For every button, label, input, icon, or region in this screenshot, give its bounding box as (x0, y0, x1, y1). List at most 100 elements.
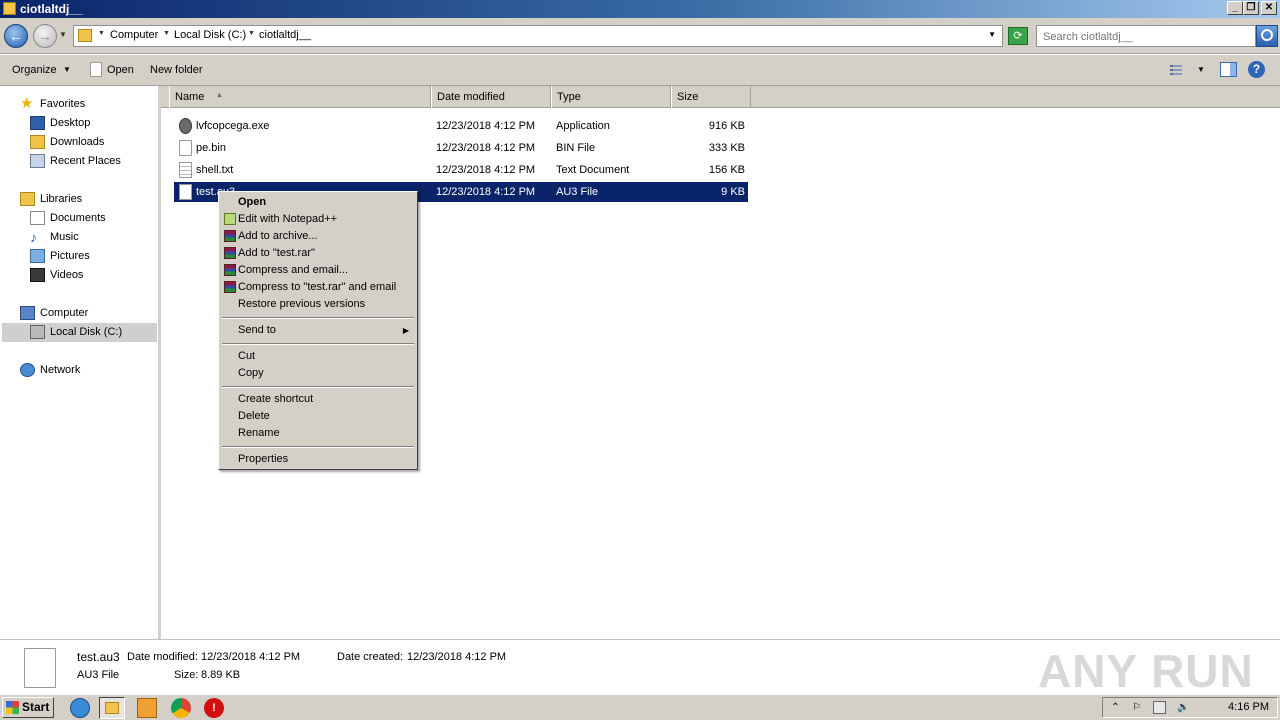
file-date: 12/23/2018 4:12 PM (436, 142, 536, 154)
preview-pane-icon[interactable] (1220, 62, 1237, 77)
chevron-down-icon[interactable]: ▼ (163, 30, 170, 37)
column-type[interactable]: Type (551, 86, 671, 108)
close-button[interactable]: ✕ (1261, 1, 1277, 15)
file-row[interactable]: shell.txt 12/23/2018 4:12 PM Text Docume… (174, 160, 748, 180)
restore-button[interactable]: ❐ (1243, 1, 1259, 15)
details-size: 8.89 KB (201, 669, 241, 681)
file-icon (90, 62, 102, 77)
taskbar: Start ! ⌃ ⚐ 🔈 4:16 PM (0, 694, 1280, 720)
menu-item-rename[interactable]: Rename (221, 425, 415, 442)
refresh-button[interactable]: ⟳ (1008, 27, 1028, 45)
menu-label: Restore previous versions (238, 298, 366, 310)
menu-item-compress-rar-email[interactable]: Compress to "test.rar" and email (221, 279, 415, 296)
media-player-icon[interactable] (137, 698, 157, 718)
breadcrumb-folder[interactable]: ciotlaltdj__ (259, 29, 311, 41)
menu-item-send-to[interactable]: Send to ▶ (221, 322, 415, 339)
winrar-icon (224, 230, 236, 242)
winrar-icon (224, 247, 236, 259)
chevron-down-icon[interactable]: ▼ (98, 30, 105, 37)
nav-label: Videos (50, 269, 84, 281)
folder-icon (3, 2, 16, 15)
minimize-button[interactable]: _ (1227, 1, 1243, 15)
file-row[interactable]: lvfcopcega.exe 12/23/2018 4:12 PM Applic… (174, 116, 748, 136)
menu-label: Delete (238, 410, 270, 422)
menu-item-add-to-rar[interactable]: Add to "test.rar" (221, 245, 415, 262)
open-button[interactable]: Open (107, 64, 134, 76)
internet-explorer-icon[interactable] (70, 698, 90, 718)
file-size: 333 KB (708, 142, 745, 154)
start-button[interactable]: Start (2, 697, 54, 718)
show-hidden-icons-icon[interactable]: ⌃ (1109, 701, 1122, 714)
breadcrumb-computer[interactable]: Computer (110, 29, 158, 41)
chevron-down-icon[interactable]: ▼ (248, 30, 255, 37)
breadcrumb-local-disk[interactable]: Local Disk (C:) (174, 29, 246, 41)
nav-network[interactable]: Network (20, 361, 150, 380)
column-name[interactable]: Name ▲ (169, 86, 431, 108)
nav-computer[interactable]: Computer (20, 304, 150, 323)
back-button[interactable]: ← (4, 24, 28, 48)
new-folder-button[interactable]: New folder (150, 64, 203, 76)
nav-videos[interactable]: Videos (30, 266, 150, 285)
menu-item-restore-versions[interactable]: Restore previous versions (221, 296, 415, 313)
context-menu: Open Edit with Notepad++ Add to archive.… (218, 191, 418, 470)
address-dropdown[interactable]: ▼ (988, 30, 996, 39)
menu-label: Properties (238, 453, 289, 465)
menu-label: Edit with Notepad++ (238, 213, 338, 225)
autoit-icon (179, 118, 192, 134)
menu-item-copy[interactable]: Copy (221, 365, 415, 382)
navigation-pane: ★ Favorites Desktop Downloads Recent Pla… (0, 86, 161, 639)
menu-item-create-shortcut[interactable]: Create shortcut (221, 391, 415, 408)
column-date-modified[interactable]: Date modified (431, 86, 551, 108)
command-bar: Organize ▼ Open New folder ▼ ? (0, 55, 1280, 86)
chevron-down-icon[interactable]: ▼ (63, 65, 71, 74)
title-bar: ciotlaltdj__ _ ❐ ✕ (0, 0, 1280, 18)
clock[interactable]: 4:16 PM (1228, 701, 1269, 713)
nav-favorites[interactable]: ★ Favorites (20, 95, 150, 114)
menu-item-delete[interactable]: Delete (221, 408, 415, 425)
flag-icon[interactable]: ⚐ (1130, 701, 1143, 714)
help-icon[interactable]: ? (1248, 61, 1265, 78)
file-date: 12/23/2018 4:12 PM (436, 186, 536, 198)
menu-item-properties[interactable]: Properties (221, 451, 415, 468)
recent-pages-dropdown[interactable]: ▼ (59, 30, 67, 39)
file-type: BIN File (556, 142, 596, 154)
system-tray: ⌃ ⚐ 🔈 4:16 PM (1102, 697, 1278, 718)
folder-icon (105, 702, 119, 714)
menu-item-cut[interactable]: Cut (221, 348, 415, 365)
menu-item-add-to-archive[interactable]: Add to archive... (221, 228, 415, 245)
search-box[interactable] (1036, 25, 1256, 47)
file-row[interactable]: pe.bin 12/23/2018 4:12 PM BIN File 333 K… (174, 138, 748, 158)
chrome-icon[interactable] (171, 698, 191, 718)
nav-downloads[interactable]: Downloads (30, 133, 150, 152)
nav-desktop[interactable]: Desktop (30, 114, 150, 133)
nav-documents[interactable]: Documents (30, 209, 150, 228)
menu-item-edit-notepad[interactable]: Edit with Notepad++ (221, 211, 415, 228)
details-pane: test.au3 Date modified: 12/23/2018 4:12 … (0, 639, 1280, 697)
forward-button[interactable]: → (33, 24, 57, 48)
security-alert-icon[interactable]: ! (204, 698, 224, 718)
search-icon[interactable] (1256, 25, 1278, 47)
column-headers: Name ▲ Date modified Type Size (161, 86, 1280, 108)
organize-button[interactable]: Organize (12, 64, 57, 76)
nav-libraries[interactable]: Libraries (20, 190, 150, 209)
text-file-icon (179, 162, 192, 178)
network-tray-icon[interactable] (1153, 701, 1166, 714)
details-filename: test.au3 (77, 650, 120, 664)
file-name: shell.txt (196, 164, 234, 176)
volume-icon[interactable]: 🔈 (1177, 701, 1190, 714)
nav-music[interactable]: ♪ Music (30, 228, 150, 247)
address-bar[interactable]: ▼ Computer ▼ Local Disk (C:) ▼ ciotlaltd… (73, 25, 1003, 47)
change-view-icon[interactable] (1170, 63, 1186, 77)
chevron-down-icon[interactable]: ▼ (1197, 65, 1205, 74)
nav-pictures[interactable]: Pictures (30, 247, 150, 266)
column-label: Name (175, 91, 205, 103)
nav-recent-places[interactable]: Recent Places (30, 152, 150, 171)
column-size[interactable]: Size (671, 86, 751, 108)
nav-local-disk[interactable]: Local Disk (C:) (2, 323, 157, 342)
libraries-icon (20, 192, 35, 206)
search-input[interactable] (1041, 27, 1245, 47)
menu-label: Send to (238, 324, 276, 336)
menu-item-open[interactable]: Open (221, 194, 415, 211)
explorer-taskbar-button[interactable] (99, 697, 125, 719)
menu-item-compress-email[interactable]: Compress and email... (221, 262, 415, 279)
